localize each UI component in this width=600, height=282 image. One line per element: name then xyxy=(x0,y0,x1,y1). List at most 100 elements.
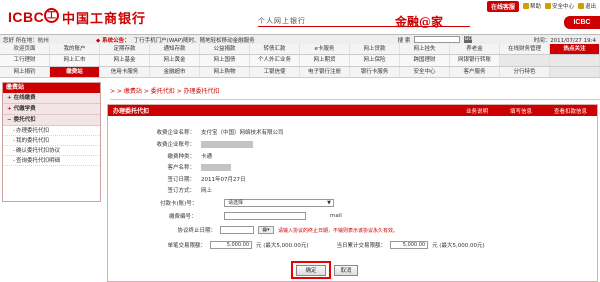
daily-limit-input[interactable]: 5,000.00 xyxy=(390,241,429,249)
sidebar-item-confirm-agreement[interactable]: -确认委托代扣协议 xyxy=(3,146,100,156)
field-value: 支付宝（中国）网络技术有限公司 xyxy=(201,130,284,136)
field-label: 缴费编号： xyxy=(169,214,197,220)
nav-item[interactable]: 网上国债 xyxy=(200,55,250,66)
shield-icon xyxy=(544,3,551,9)
end-date-input[interactable] xyxy=(220,226,254,234)
field-label: 签订方式： xyxy=(167,188,195,194)
row-payment-type: 缴费种类： 卡通 xyxy=(135,152,212,160)
nav-item[interactable]: 网银银行转账 xyxy=(450,55,500,66)
nav-item-hot[interactable]: 热点关注 xyxy=(550,44,600,55)
nav-item[interactable]: 我的账户 xyxy=(50,44,100,55)
nav-item[interactable]: 欢迎页面 xyxy=(0,44,50,55)
nav-item[interactable]: 在线财务管理 xyxy=(500,44,550,55)
nav-item[interactable]: 网上基金 xyxy=(100,55,150,66)
nav-item[interactable]: 转债汇款 xyxy=(250,44,300,55)
dash-icon: - xyxy=(13,158,15,164)
field-value: 网上 xyxy=(201,188,213,194)
panel-header: 办理委托代扣 业务说明 填写信息 查看扣款信息 xyxy=(108,105,597,116)
nav-item[interactable]: 跨国理财 xyxy=(400,55,450,66)
field-label: 收费企业账号： xyxy=(156,142,195,148)
notice-text[interactable]: 丁行手机门户(WAP)随时、随地轻松移动金融服务 xyxy=(130,36,370,44)
nav-item[interactable]: 通知存款 xyxy=(150,44,200,55)
nav-item[interactable]: 网上捐钓 xyxy=(0,66,50,77)
calendar-icon[interactable]: ▦▾ xyxy=(258,226,274,234)
nav-item[interactable]: 公益捐款 xyxy=(200,44,250,55)
nav-item[interactable]: 网上贷款 xyxy=(350,44,400,55)
nav-item[interactable]: 工银信使 xyxy=(250,66,300,77)
end-date-hint: 请输入协议的终止日期，不输则表示该协议永久有效。 xyxy=(278,227,399,234)
nav-item[interactable]: 养老金 xyxy=(450,44,500,55)
breadcrumb: > > 缴费站 > 委托代扣 > 办理委托代扣 xyxy=(110,88,220,95)
main-nav: 欢迎页面 我的账户 定期存款 通知存款 公益捐款 转债汇款 e卡服务 网上贷款 … xyxy=(0,44,600,78)
dash-icon: - xyxy=(13,148,15,154)
search-input[interactable] xyxy=(414,36,461,43)
sidebar-group-tuition[interactable]: + 代缴学费 xyxy=(3,104,100,115)
nav-item-active[interactable]: 缴费站 xyxy=(50,66,100,77)
sidebar-group-online-payment[interactable]: + 在线缴费 xyxy=(3,93,100,104)
nav-item[interactable]: 网上保险 xyxy=(350,55,400,66)
nav-item[interactable]: 信用卡服务 xyxy=(100,66,150,77)
step-link-description[interactable]: 业务说明 xyxy=(466,107,488,115)
nav-item[interactable]: 网上挂失 xyxy=(400,44,450,55)
sidebar-item-my-debit[interactable]: -我的委托代扣 xyxy=(3,136,100,146)
masked-value xyxy=(201,163,231,171)
single-limit-input[interactable]: 5,000.00 xyxy=(210,241,252,249)
nav-item[interactable]: 网上黄金 xyxy=(150,55,200,66)
nav-item[interactable]: 分行特色 xyxy=(500,66,550,77)
sidebar: 缴费站 + 在线缴费 + 代缴学费 − 委托代扣 -办理委托代扣 -我的委托代扣 -确… xyxy=(2,82,101,202)
personal-bank-title: 个人网上银行 xyxy=(258,17,306,25)
security-link[interactable]: 安全中心 xyxy=(544,2,574,10)
row-company-name: 收费企业名称： 支付宝（中国）网络技术有限公司 xyxy=(135,128,284,136)
nav-row-1: 欢迎页面 我的账户 定期存款 通知存款 公益捐款 转债汇款 e卡服务 网上贷款 … xyxy=(0,44,600,56)
nav-item[interactable]: 银行卡服务 xyxy=(350,66,400,77)
payment-card-select[interactable]: 请选择 ▼ xyxy=(224,199,334,207)
logout-link[interactable]: 退出 xyxy=(577,2,596,10)
help-link[interactable]: 帮助 xyxy=(522,2,541,10)
masked-value xyxy=(201,140,253,148)
nav-item[interactable]: 金融超市 xyxy=(150,66,200,77)
sidebar-item-query-details[interactable]: -查询委托代扣明细 xyxy=(3,156,100,166)
step-link-fill-info[interactable]: 填写信息 xyxy=(510,107,532,115)
nav-item[interactable]: 客户服务 xyxy=(450,66,500,77)
nav-item[interactable]: 网上期货 xyxy=(300,55,350,66)
payee-number-suffix: mail xyxy=(330,213,342,219)
search-go-button[interactable]: GO xyxy=(464,36,473,43)
field-label: 签订日期： xyxy=(167,177,195,183)
nav-item[interactable]: 定期存款 xyxy=(100,44,150,55)
row-end-date: 协议终止日期： ▦▾ 请输入协议的终止日期，不输则表示该协议永久有效。 xyxy=(150,226,398,234)
nav-item[interactable]: 电子银行注册 xyxy=(300,66,350,77)
nav-item-empty xyxy=(550,55,600,66)
icbc-badge-logo: ICBC xyxy=(564,16,600,29)
nav-item-empty xyxy=(500,55,550,66)
field-label: 单笔交易限额： xyxy=(167,243,206,249)
row-company-account: 收费企业账号： xyxy=(135,140,253,148)
row-payment-card: 付款卡(账)号： 请选择 ▼ xyxy=(160,199,334,207)
cancel-button[interactable]: 取消 xyxy=(334,265,358,276)
chevron-down-icon: ▼ xyxy=(327,200,331,206)
nav-item[interactable]: 安全中心 xyxy=(400,66,450,77)
nav-item[interactable]: e卡服务 xyxy=(300,44,350,55)
nav-item[interactable]: 网上汇市 xyxy=(50,55,100,66)
sidebar-group-entrusted-debit[interactable]: − 委托代扣 xyxy=(3,115,100,126)
help-icon xyxy=(522,3,529,9)
online-service-button[interactable]: 在线客服 xyxy=(486,0,519,12)
step-link-view-debit[interactable]: 查看扣款信息 xyxy=(554,107,587,115)
payee-number-input[interactable] xyxy=(224,212,306,220)
notice-label: ◆ 系统公告： xyxy=(96,37,130,44)
nav-item[interactable]: 工行理财 xyxy=(0,55,50,66)
sidebar-item-apply-debit[interactable]: -办理委托代扣 xyxy=(3,126,100,136)
dash-icon: - xyxy=(13,138,15,144)
field-label: 缴费种类： xyxy=(167,154,195,160)
field-label: 付款卡(账)号： xyxy=(160,201,198,207)
row-customer-name: 客户名称： xyxy=(135,163,231,171)
row-payee-number: 缴费编号： mail xyxy=(169,212,342,220)
row-sign-date: 签订日期： 2011年07月27日 xyxy=(135,175,245,183)
nav-item[interactable]: 网上购物 xyxy=(200,66,250,77)
confirm-button[interactable]: 确定 xyxy=(296,265,326,276)
nav-item-empty xyxy=(550,66,600,77)
panel-title: 办理委托代扣 xyxy=(113,108,150,115)
icbc-logo-text[interactable]: ICBC xyxy=(8,9,44,25)
nav-row-3: 网上捐钓 缴费站 信用卡服务 金融超市 网上购物 工银信使 电子银行注册 银行卡… xyxy=(0,66,600,78)
nav-item[interactable]: 个人外汇业务 xyxy=(250,55,300,66)
field-label: 协议终止日期： xyxy=(177,228,216,234)
